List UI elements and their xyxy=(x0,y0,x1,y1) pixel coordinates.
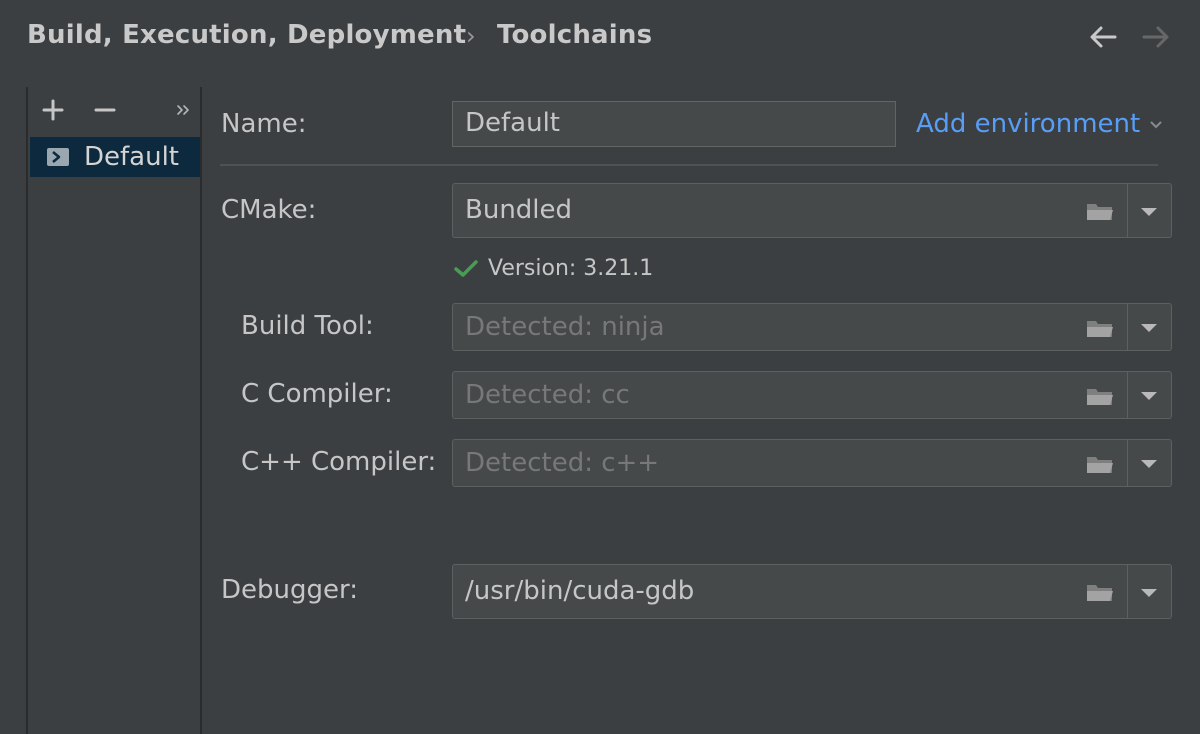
cmake-version-text: Version: 3.21.1 xyxy=(488,256,654,281)
dropdown-arrow-icon[interactable] xyxy=(1139,206,1159,218)
debugger-label: Debugger: xyxy=(221,575,358,605)
breadcrumb-parent[interactable]: Build, Execution, Deployment xyxy=(27,20,466,50)
minus-icon[interactable] xyxy=(92,97,118,123)
breadcrumb-separator: › xyxy=(466,22,476,50)
combo-divider xyxy=(1127,304,1128,350)
combo-divider xyxy=(1127,184,1128,237)
folder-icon[interactable] xyxy=(1085,385,1115,407)
folder-icon[interactable] xyxy=(1085,317,1115,339)
cpp-compiler-placeholder: Detected: c++ xyxy=(465,448,660,478)
terminal-icon xyxy=(47,148,69,166)
build-tool-label: Build Tool: xyxy=(241,311,374,341)
name-label: Name: xyxy=(221,109,307,139)
combo-divider xyxy=(1127,565,1128,618)
cpp-compiler-combo[interactable]: Detected: c++ xyxy=(452,439,1172,487)
build-tool-placeholder: Detected: ninja xyxy=(465,312,665,342)
section-divider xyxy=(220,164,1158,166)
double-chevron-right-icon[interactable] xyxy=(172,99,194,121)
toolchain-item-label: Default xyxy=(84,142,179,172)
dropdown-arrow-icon[interactable] xyxy=(1139,458,1159,470)
debugger-value: /usr/bin/cuda-gdb xyxy=(465,576,695,606)
page-title: Toolchains xyxy=(497,20,653,50)
c-compiler-placeholder: Detected: cc xyxy=(465,380,630,410)
settings-header: Build, Execution, Deployment › Toolchain… xyxy=(0,0,1200,80)
add-environment-link[interactable]: Add environment xyxy=(916,109,1164,139)
arrow-left-icon[interactable] xyxy=(1087,24,1119,50)
dropdown-arrow-icon[interactable] xyxy=(1139,322,1159,334)
c-compiler-combo[interactable]: Detected: cc xyxy=(452,371,1172,419)
debugger-combo[interactable]: /usr/bin/cuda-gdb xyxy=(452,564,1172,619)
combo-divider xyxy=(1127,372,1128,418)
cmake-label: CMake: xyxy=(221,195,317,225)
plus-icon[interactable] xyxy=(40,97,66,123)
cmake-version-status: Version: 3.21.1 xyxy=(454,256,653,281)
name-input[interactable]: Default xyxy=(452,101,896,147)
dropdown-arrow-icon[interactable] xyxy=(1139,390,1159,402)
combo-divider xyxy=(1127,440,1128,486)
toolchain-list-panel: Default xyxy=(26,87,202,734)
folder-icon[interactable] xyxy=(1085,200,1115,222)
chevron-down-icon xyxy=(1150,121,1162,129)
folder-icon[interactable] xyxy=(1085,453,1115,475)
add-environment-label: Add environment xyxy=(916,109,1141,139)
folder-icon[interactable] xyxy=(1085,581,1115,603)
checkmark-icon xyxy=(454,259,478,277)
toolchain-item-default[interactable]: Default xyxy=(30,137,200,177)
build-tool-combo[interactable]: Detected: ninja xyxy=(452,303,1172,351)
c-compiler-label: C Compiler: xyxy=(241,379,393,409)
dropdown-arrow-icon[interactable] xyxy=(1139,587,1159,599)
cpp-compiler-label: C++ Compiler: xyxy=(241,447,437,477)
cmake-value: Bundled xyxy=(465,195,573,225)
cmake-combo[interactable]: Bundled xyxy=(452,183,1172,238)
arrow-right-icon[interactable] xyxy=(1140,24,1172,50)
